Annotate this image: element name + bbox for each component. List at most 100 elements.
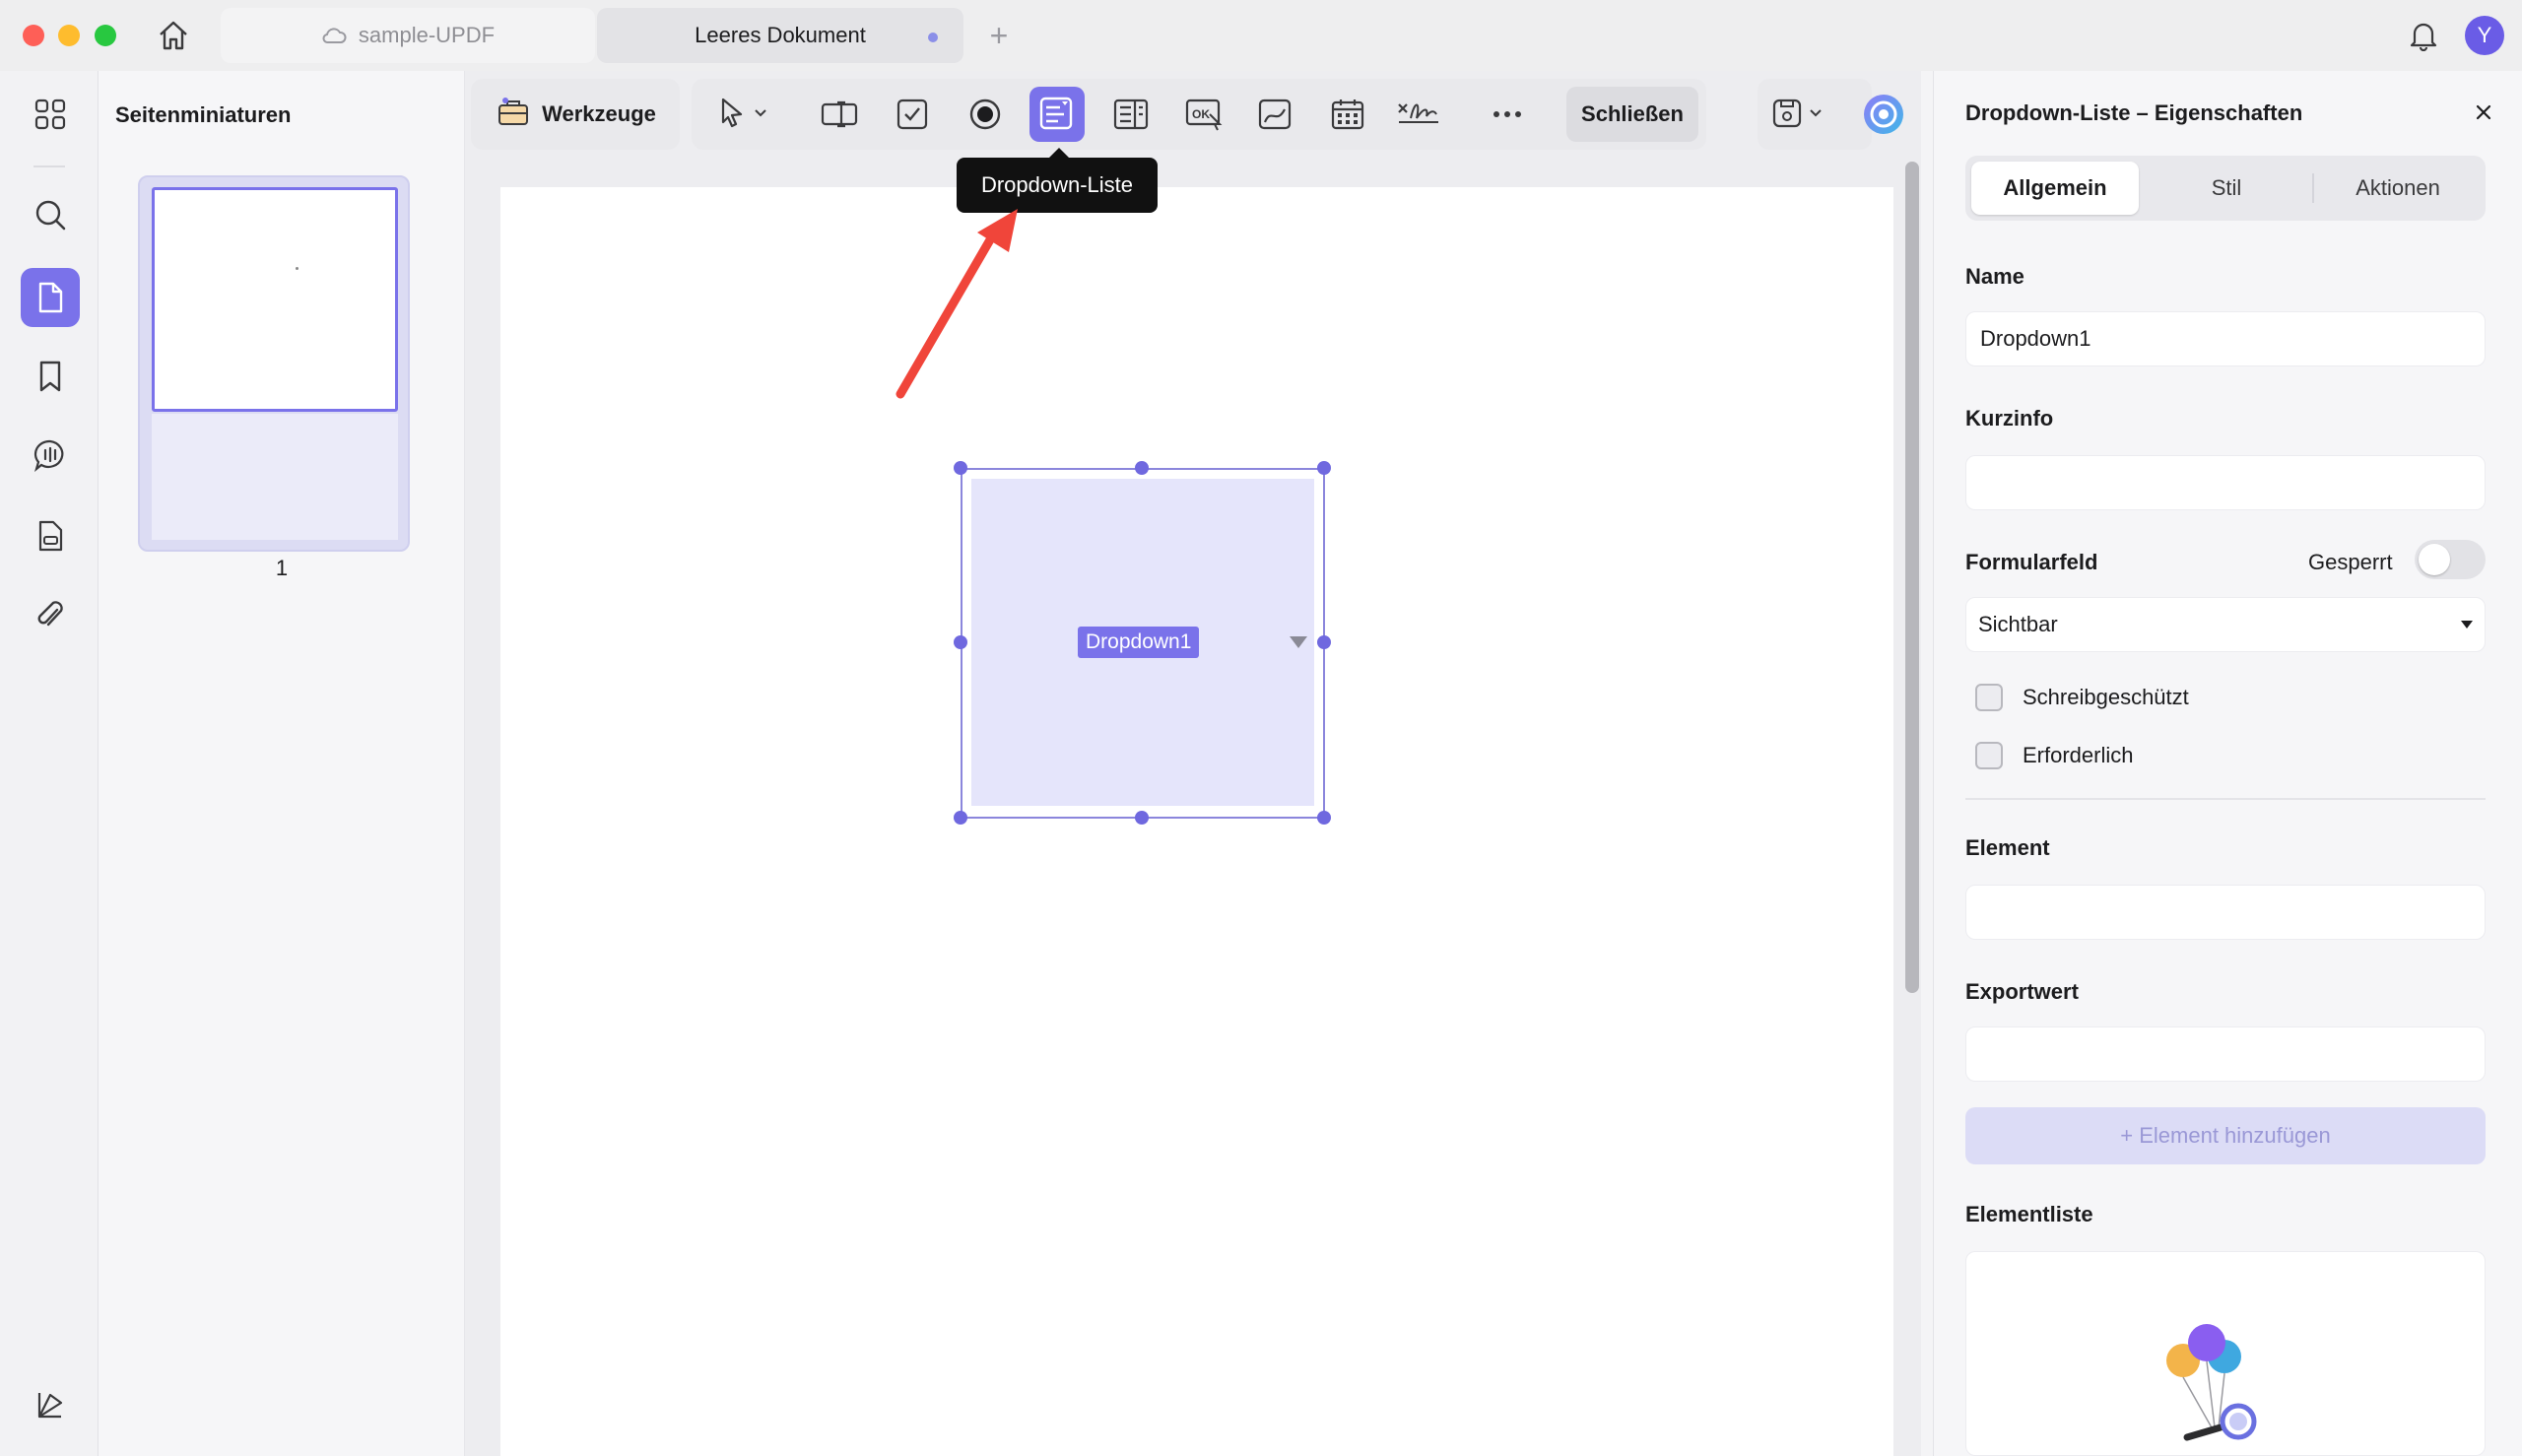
annotation-arrow	[896, 209, 1018, 399]
thumbnail-page-lower	[152, 414, 398, 540]
text-field-icon[interactable]	[812, 87, 867, 142]
element-list-label: Elementliste	[1965, 1202, 2093, 1226]
tooltip-tail	[1049, 148, 1069, 158]
checkbox-icon[interactable]	[885, 87, 940, 142]
save-button[interactable]	[1767, 87, 1826, 142]
radio-button-icon[interactable]	[958, 87, 1013, 142]
resize-handle-bottom-left[interactable]	[954, 811, 967, 825]
toggle-knob	[2419, 544, 2450, 575]
paperclip-icon[interactable]	[21, 585, 80, 644]
element-label: Element	[1965, 835, 2050, 860]
visibility-value: Sichtbar	[1978, 612, 2058, 636]
search-icon[interactable]	[21, 185, 80, 244]
close-icon[interactable]	[2466, 95, 2501, 130]
toolbox-icon	[497, 96, 530, 133]
readonly-checkbox-row[interactable]: Schreibgeschützt	[1975, 684, 2189, 711]
add-element-button[interactable]: + Element hinzufügen	[1965, 1107, 2486, 1164]
resize-handle-top[interactable]	[1135, 461, 1149, 475]
element-list[interactable]	[1965, 1251, 2486, 1456]
bookmark-icon[interactable]	[21, 347, 80, 406]
avatar[interactable]: Y	[2465, 16, 2504, 55]
tab-leeres-dokument[interactable]: Leeres Dokument	[597, 8, 963, 63]
rail-divider	[33, 165, 65, 167]
vertical-scrollbar[interactable]	[1905, 162, 1919, 993]
tools-button[interactable]: Werkzeuge	[483, 87, 670, 142]
tab-label: Leeres Dokument	[695, 23, 866, 47]
form-icon[interactable]	[21, 506, 80, 565]
close-form-editing-button[interactable]: Schließen	[1566, 87, 1698, 142]
bell-icon[interactable]	[2404, 16, 2443, 55]
required-checkbox-row[interactable]: Erforderlich	[1975, 742, 2133, 769]
select-arrow-icon	[718, 97, 746, 133]
cloud-icon	[321, 26, 347, 45]
chevron-down-icon	[1809, 105, 1823, 123]
resize-handle-top-left[interactable]	[954, 461, 967, 475]
chevron-down-icon	[754, 105, 767, 123]
window-zoom-button[interactable]	[95, 25, 116, 46]
readonly-checkbox[interactable]	[1975, 684, 2003, 711]
required-checkbox[interactable]	[1975, 742, 2003, 769]
ok-button-icon[interactable]: OK	[1176, 87, 1231, 142]
name-field[interactable]: Dropdown1	[1965, 311, 2486, 366]
document-page[interactable]	[500, 187, 1893, 1456]
tab-label: sample-UPDF	[358, 23, 496, 47]
element-field[interactable]	[1965, 885, 2486, 940]
export-value-label: Exportwert	[1965, 979, 2079, 1004]
tab-stil[interactable]: Stil	[2143, 162, 2310, 215]
locked-label: Gesperrt	[2308, 550, 2393, 574]
required-label: Erforderlich	[2023, 743, 2134, 767]
layers-icon[interactable]	[21, 1375, 80, 1434]
form-field-label: Formularfeld	[1965, 550, 2098, 574]
resize-handle-bottom[interactable]	[1135, 811, 1149, 825]
name-label: Name	[1965, 264, 2024, 289]
tooltip-label: Kurzinfo	[1965, 406, 2054, 430]
save-icon	[1771, 96, 1803, 134]
export-value-field[interactable]	[1965, 1026, 2486, 1082]
left-rail	[0, 71, 99, 1456]
image-field-icon[interactable]	[1247, 87, 1302, 142]
resize-handle-top-right[interactable]	[1317, 461, 1331, 475]
page-thumbnail[interactable]	[138, 175, 410, 552]
select-tool-button[interactable]	[703, 87, 782, 142]
more-icon[interactable]	[1480, 87, 1535, 142]
new-tab-button[interactable]: +	[981, 16, 1017, 55]
panel-title: Dropdown-Liste – Eigenschaften	[1965, 100, 2303, 125]
tools-label: Werkzeuge	[542, 101, 656, 126]
resize-handle-right[interactable]	[1317, 635, 1331, 649]
window-close-button[interactable]	[23, 25, 44, 46]
home-icon[interactable]	[154, 16, 193, 55]
dropdown-caret-icon	[1290, 636, 1307, 648]
list-box-icon[interactable]	[1103, 87, 1159, 142]
dropdown-list-icon[interactable]	[1029, 87, 1085, 142]
page-number: 1	[275, 556, 289, 580]
title-bar: sample-UPDF Leeres Dokument + Y	[0, 0, 2522, 71]
tooltip-field[interactable]	[1965, 455, 2486, 510]
thumbnail-panel: Seitenminiaturen 1	[99, 71, 465, 1456]
resize-handle-bottom-right[interactable]	[1317, 811, 1331, 825]
resize-handle-left[interactable]	[954, 635, 967, 649]
tab-allgemein[interactable]: Allgemein	[1971, 162, 2139, 215]
svg-text:OK: OK	[1192, 107, 1210, 121]
date-field-icon[interactable]	[1320, 87, 1375, 142]
properties-tabs: Allgemein Stil Aktionen	[1965, 156, 2486, 221]
thumbnail-page-preview	[152, 187, 398, 412]
properties-panel: Dropdown-Liste – Eigenschaften Allgemein…	[1933, 71, 2522, 1456]
tab-sample-updf[interactable]: sample-UPDF	[221, 8, 595, 63]
caret-down-icon	[2461, 621, 2473, 629]
comment-icon[interactable]	[21, 426, 80, 485]
thumbnail-mark	[296, 267, 299, 270]
unsaved-indicator	[928, 33, 938, 42]
dropdown-field-name: Dropdown1	[1078, 627, 1200, 658]
visibility-select[interactable]: Sichtbar	[1965, 597, 2486, 652]
section-divider	[1965, 798, 2486, 800]
grid-icon[interactable]	[21, 85, 80, 144]
tab-aktionen[interactable]: Aktionen	[2314, 162, 2482, 215]
signature-field-icon[interactable]	[1391, 87, 1446, 142]
ai-assistant-icon[interactable]	[1856, 87, 1911, 142]
window-minimize-button[interactable]	[58, 25, 80, 46]
page-icon[interactable]	[21, 268, 80, 327]
panel-title: Seitenminiaturen	[115, 102, 292, 127]
empty-list-illustration-icon	[2166, 1324, 2257, 1441]
locked-toggle[interactable]	[2415, 540, 2486, 579]
readonly-label: Schreibgeschützt	[2023, 685, 2189, 709]
